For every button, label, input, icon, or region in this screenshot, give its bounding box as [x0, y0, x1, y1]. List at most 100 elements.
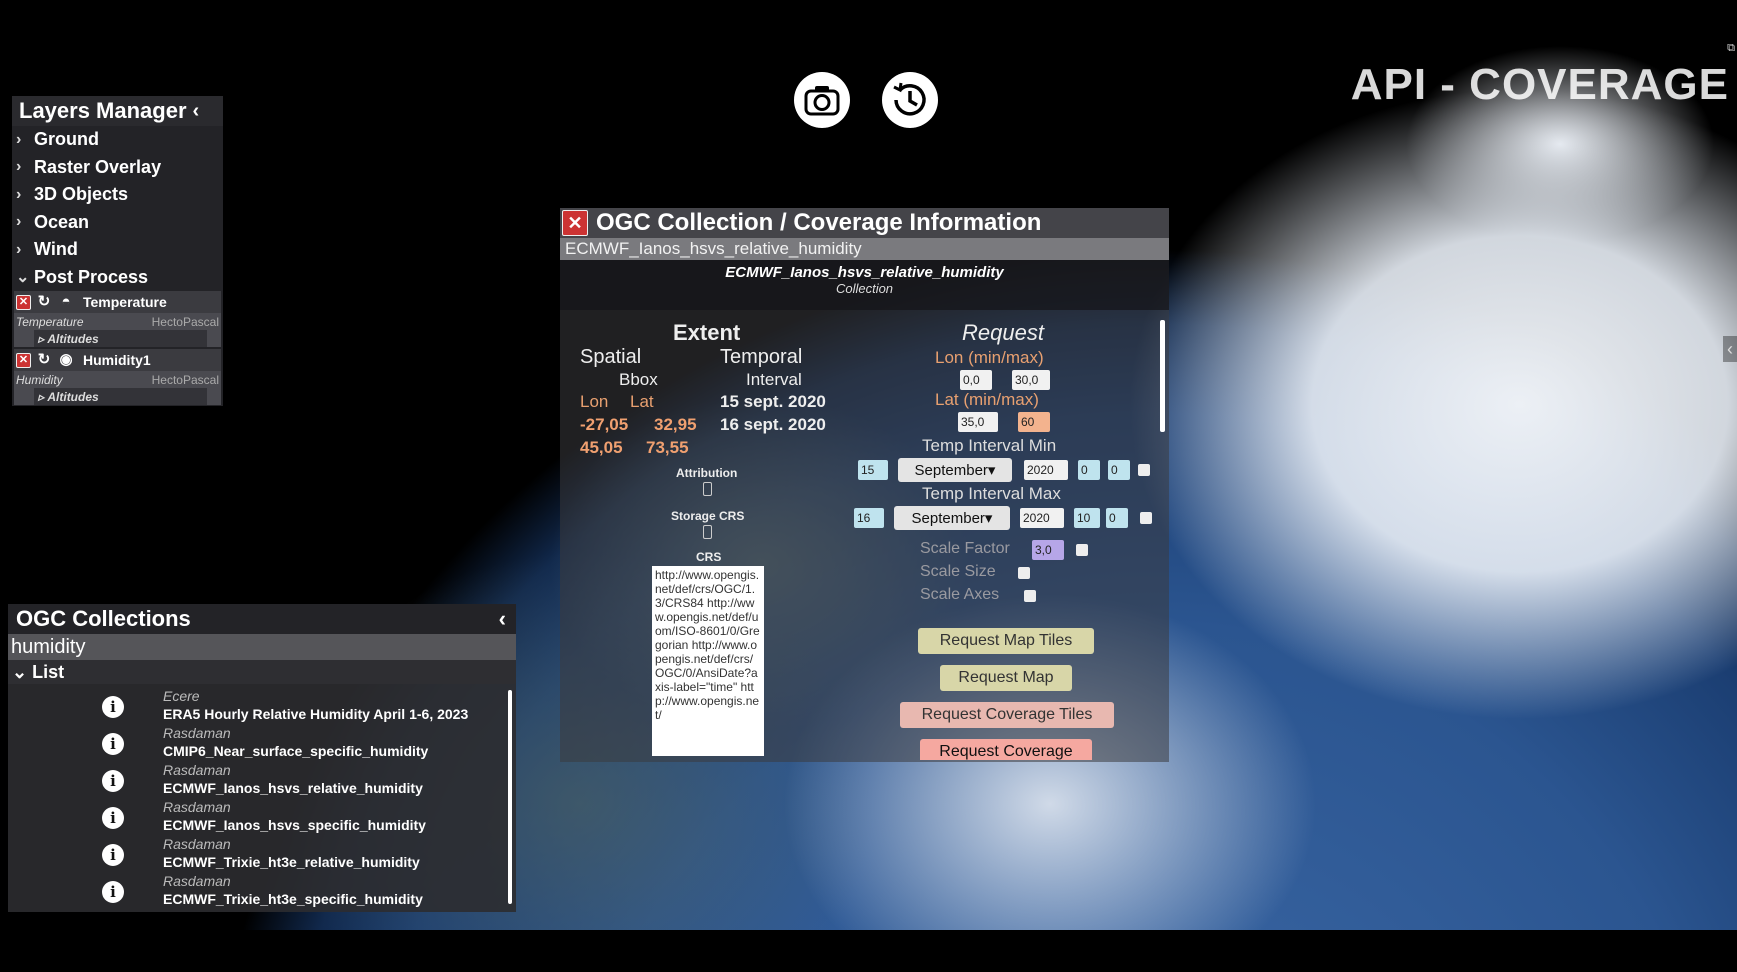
chevron-down-icon: ⌄: [16, 269, 30, 287]
list-toggle[interactable]: ⌄ List: [8, 660, 516, 684]
dropdown-value: September: [911, 509, 985, 527]
chevron-right-icon: ›: [16, 158, 22, 176]
tmax-hour-input[interactable]: 10: [1074, 508, 1100, 528]
list-item[interactable]: i Rasdaman CMIP6_Near_surface_specific_hum…: [8, 725, 516, 762]
storage-crs-field[interactable]: [703, 525, 712, 539]
camera-button[interactable]: [794, 72, 850, 128]
selected-collection-field[interactable]: ECMWF_Ianos_hsvs_relative_humidity: [560, 238, 1169, 260]
bbox-lon-max: 45,05: [580, 438, 623, 457]
tmin-month-dropdown[interactable]: September ▾: [898, 458, 1012, 482]
list-item[interactable]: i Ecere ERA5 Hourly Relative Humidity Apri…: [8, 688, 516, 725]
dialog-content: Extent Spatial Temporal Bbox Interval Lo…: [560, 314, 1169, 760]
post-process-variable: Humidity: [16, 372, 63, 387]
altitudes-toggle[interactable]: ▹ Altitudes: [34, 388, 207, 405]
tmin-hour-input[interactable]: 0: [1078, 460, 1100, 480]
attribution-field[interactable]: [703, 482, 712, 496]
request-coverage-button[interactable]: Request Coverage: [920, 739, 1092, 760]
altitudes-toggle[interactable]: ▹ Altitudes: [34, 330, 207, 347]
tmin-checkbox[interactable]: [1138, 464, 1150, 476]
triangle-right-icon: ▹: [38, 331, 48, 346]
request-map-tiles-button[interactable]: Request Map Tiles: [918, 628, 1094, 654]
layer-wind[interactable]: › Wind: [12, 236, 223, 264]
collections-list: i Ecere ERA5 Hourly Relative Humidity Apri…: [8, 684, 516, 908]
interval-label: Interval: [746, 370, 802, 389]
scale-size-label: Scale Size: [920, 563, 996, 580]
coverage-info-dialog: ✕ OGC Collection / Coverage Information …: [560, 208, 1169, 762]
layer-label: Raster Overlay: [34, 156, 162, 177]
list-item[interactable]: i Rasdaman ECMWF_Trixie_ht3e_relative_humi…: [8, 836, 516, 873]
scale-size-checkbox[interactable]: [1018, 567, 1030, 579]
tmin-day-input[interactable]: 15: [858, 460, 888, 480]
crs-textbox[interactable]: http://www.opengis.net/def/crs/OGC/1.3/C…: [652, 566, 764, 756]
visibility-off-icon[interactable]: ◓: [57, 294, 75, 310]
refresh-icon[interactable]: ↻: [35, 352, 53, 368]
request-map-button[interactable]: Request Map: [940, 665, 1072, 691]
request-coverage-tiles-button[interactable]: Request Coverage Tiles: [900, 702, 1114, 728]
lat-min-input[interactable]: 35,0: [958, 412, 998, 432]
collapse-chevron-icon[interactable]: ‹: [499, 606, 506, 632]
layer-label: Ground: [34, 129, 99, 150]
dropdown-caret-icon: ▾: [987, 462, 996, 479]
lat-label: Lat: [630, 392, 654, 411]
remove-icon[interactable]: ✕: [16, 352, 31, 368]
tmax-day-input[interactable]: 16: [854, 508, 884, 528]
temp-interval-max-label: Temp Interval Max: [922, 484, 1061, 503]
info-icon[interactable]: i: [102, 807, 124, 829]
tmax-year-input[interactable]: 2020: [1020, 508, 1064, 528]
lon-minmax-label: Lon (min/max): [935, 348, 1044, 367]
scale-factor-checkbox[interactable]: [1076, 544, 1088, 556]
lon-label: Lon: [580, 392, 609, 411]
tmax-checkbox[interactable]: [1140, 512, 1152, 524]
post-process-unit: HectoPascal: [151, 372, 219, 387]
collection-provider: Rasdaman: [163, 762, 231, 778]
scale-factor-input[interactable]: 3,0: [1032, 540, 1064, 560]
dialog-scrollbar[interactable]: [1160, 320, 1165, 432]
layers-manager-panel: Layers Manager ‹ › Ground › Raster Overlay…: [12, 96, 223, 406]
collapse-chevron-icon[interactable]: ‹: [193, 100, 200, 123]
layer-ground[interactable]: › Ground: [12, 126, 223, 154]
list-item[interactable]: i Rasdaman ECMWF_Ianos_hsvs_specific_humid…: [8, 799, 516, 836]
layer-post-process[interactable]: ⌄ Post Process: [12, 264, 223, 292]
history-button[interactable]: [882, 72, 938, 128]
layer-label: 3D Objects: [34, 184, 129, 205]
info-icon[interactable]: i: [102, 696, 124, 718]
spatial-label: Spatial: [580, 346, 642, 368]
chevron-down-icon: ⌄: [12, 661, 33, 682]
lon-min-input[interactable]: 0,0: [960, 370, 992, 390]
post-process-name: Temperature: [83, 294, 167, 310]
temporal-start: 15 sept. 2020: [720, 392, 826, 411]
list-item[interactable]: i Rasdaman ECMWF_Ianos_hsvs_relative_humid…: [8, 762, 516, 799]
right-panel-toggle[interactable]: ‹: [1723, 336, 1737, 362]
altitudes-label: Altitudes: [47, 331, 99, 346]
collection-kind: Collection: [835, 281, 894, 296]
close-icon[interactable]: ✕: [562, 210, 588, 236]
eye-icon[interactable]: ◉: [57, 352, 75, 368]
refresh-icon[interactable]: ↻: [35, 294, 53, 310]
tmin-year-input[interactable]: 2020: [1024, 460, 1068, 480]
tmin-minute-input[interactable]: 0: [1108, 460, 1130, 480]
list-item[interactable]: i Rasdaman ECMWF_Trixie_ht3e_specific_humi…: [8, 873, 516, 910]
info-icon[interactable]: i: [102, 770, 124, 792]
remove-icon[interactable]: ✕: [16, 294, 31, 310]
crs-label: CRS: [696, 550, 722, 564]
collection-provider: Rasdaman: [163, 836, 231, 852]
lat-max-input[interactable]: 60: [1018, 412, 1050, 432]
info-icon[interactable]: i: [102, 733, 124, 755]
window-control-icon[interactable]: ⧉: [1727, 42, 1735, 55]
list-scrollbar[interactable]: [508, 690, 512, 904]
layer-3d-objects[interactable]: › 3D Objects: [12, 181, 223, 209]
tmax-minute-input[interactable]: 0: [1106, 508, 1128, 528]
scale-factor-label: Scale Factor: [920, 540, 1010, 557]
layer-ocean[interactable]: › Ocean: [12, 209, 223, 237]
collection-name: ECMWF_Ianos_hsvs_specific_humidity: [163, 817, 426, 833]
tmax-month-dropdown[interactable]: September ▾: [894, 506, 1010, 530]
info-icon[interactable]: i: [102, 881, 124, 903]
bbox-lon-min: -27,05: [580, 415, 629, 434]
info-icon[interactable]: i: [102, 844, 124, 866]
dropdown-value: September: [914, 461, 988, 479]
post-process-unit: HectoPascal: [151, 314, 219, 329]
collection-search-input[interactable]: humidity: [8, 634, 516, 660]
lon-max-input[interactable]: 30,0: [1012, 370, 1050, 390]
layer-raster-overlay[interactable]: › Raster Overlay: [12, 154, 223, 182]
scale-axes-checkbox[interactable]: [1024, 590, 1036, 602]
